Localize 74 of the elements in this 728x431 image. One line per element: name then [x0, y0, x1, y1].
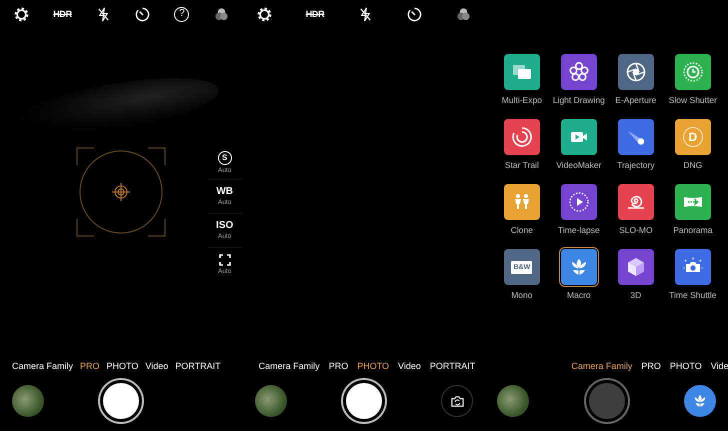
photo-thumbnail[interactable] [497, 385, 530, 417]
switch-camera-button[interactable] [441, 385, 474, 417]
aperture-icon [624, 60, 648, 84]
mode-label: SLO-MO [619, 225, 653, 235]
filter-icon[interactable] [214, 6, 229, 22]
mode-tile[interactable] [504, 119, 540, 155]
mode-label: Time-lapse [558, 225, 600, 235]
mode-tile[interactable] [674, 184, 711, 220]
shutter-button[interactable] [343, 380, 385, 422]
mode-tab[interactable]: PHOTO [357, 361, 390, 371]
flash-off-icon[interactable] [358, 6, 374, 22]
mode-tab[interactable]: Vide [710, 361, 728, 371]
mode-label: Clone [510, 225, 533, 235]
mode-tile[interactable] [504, 184, 540, 220]
mode-label: Time Shuttle [669, 290, 717, 300]
macro-mode-button[interactable] [684, 385, 716, 417]
photo-thumbnail[interactable] [254, 385, 287, 417]
flash-off-icon[interactable] [96, 6, 112, 22]
mode-tab[interactable]: Video [145, 361, 168, 371]
mode-label: Panorama [673, 225, 712, 235]
mode-tile[interactable] [674, 249, 711, 285]
pro-setting-button[interactable]: ISO [216, 220, 234, 231]
circular-arcs-icon [510, 125, 534, 149]
mode-tile[interactable] [618, 249, 654, 285]
mode-tab[interactable]: PORTRAIT [430, 361, 476, 371]
timer-icon[interactable] [407, 6, 422, 22]
focus-bracket-icon[interactable] [218, 254, 231, 266]
settings-icon[interactable] [14, 6, 29, 22]
mode-icon-letter: D [682, 127, 703, 147]
mode-label: Star Trail [504, 160, 539, 170]
timer-icon[interactable] [135, 6, 150, 22]
mode-tile[interactable] [560, 184, 597, 220]
flower-outline-icon [566, 60, 591, 84]
camera-switch-icon [450, 394, 465, 408]
hdr-off-toggle[interactable]: HDR [53, 9, 72, 19]
filter-icon[interactable] [456, 6, 472, 22]
shutter-button[interactable] [100, 380, 142, 422]
mode-label: 3D [630, 290, 642, 300]
mode-tile[interactable] [560, 54, 597, 90]
mode-label: VideoMaker [556, 160, 602, 170]
mode-label: Multi-Expo [502, 95, 542, 105]
mode-tab[interactable]: PHOTO [106, 361, 138, 371]
mode-tab[interactable]: PRO [641, 361, 661, 371]
mode-tile[interactable] [504, 54, 540, 90]
mode-tab[interactable]: PORTRAIT [175, 361, 221, 371]
mode-tab[interactable]: PHOTO [670, 361, 702, 371]
mode-tab[interactable]: PRO [80, 361, 100, 371]
play-icon [566, 190, 591, 214]
settings-icon[interactable] [256, 6, 272, 22]
clock-icon [680, 60, 705, 84]
mode-tile[interactable] [618, 184, 654, 220]
mode-tab[interactable]: Camera Family [571, 361, 632, 371]
mode-tile[interactable] [674, 54, 711, 90]
hdr-off-toggle[interactable]: HDR [306, 9, 324, 19]
mode-tile[interactable] [560, 119, 597, 155]
mode-tab[interactable]: Video [398, 361, 421, 371]
mode-label: Macro [567, 290, 591, 300]
mode-tile[interactable] [618, 54, 654, 90]
shutter-speed-button[interactable]: S [218, 150, 232, 165]
mode-tab[interactable]: PRO [328, 361, 348, 371]
mode-tile[interactable] [560, 249, 597, 285]
mode-label: Trajectory [617, 160, 655, 170]
mode-tab[interactable]: Camera Family [12, 361, 74, 371]
mode-label: Mono [511, 290, 532, 300]
mode-tab[interactable]: Camera Family [258, 361, 320, 371]
focus-frame-icon [76, 146, 166, 236]
help-button[interactable]: ? [174, 6, 190, 22]
pro-setting-button[interactable]: WB [216, 186, 233, 197]
photo-thumbnail[interactable] [12, 385, 44, 417]
mode-label: DNG [683, 160, 702, 170]
mode-label: Slow Shutter [668, 95, 717, 105]
mode-tile[interactable] [618, 119, 654, 155]
mode-label: Light Drawing [552, 95, 605, 105]
mode-label: E-Aperture [615, 95, 656, 105]
